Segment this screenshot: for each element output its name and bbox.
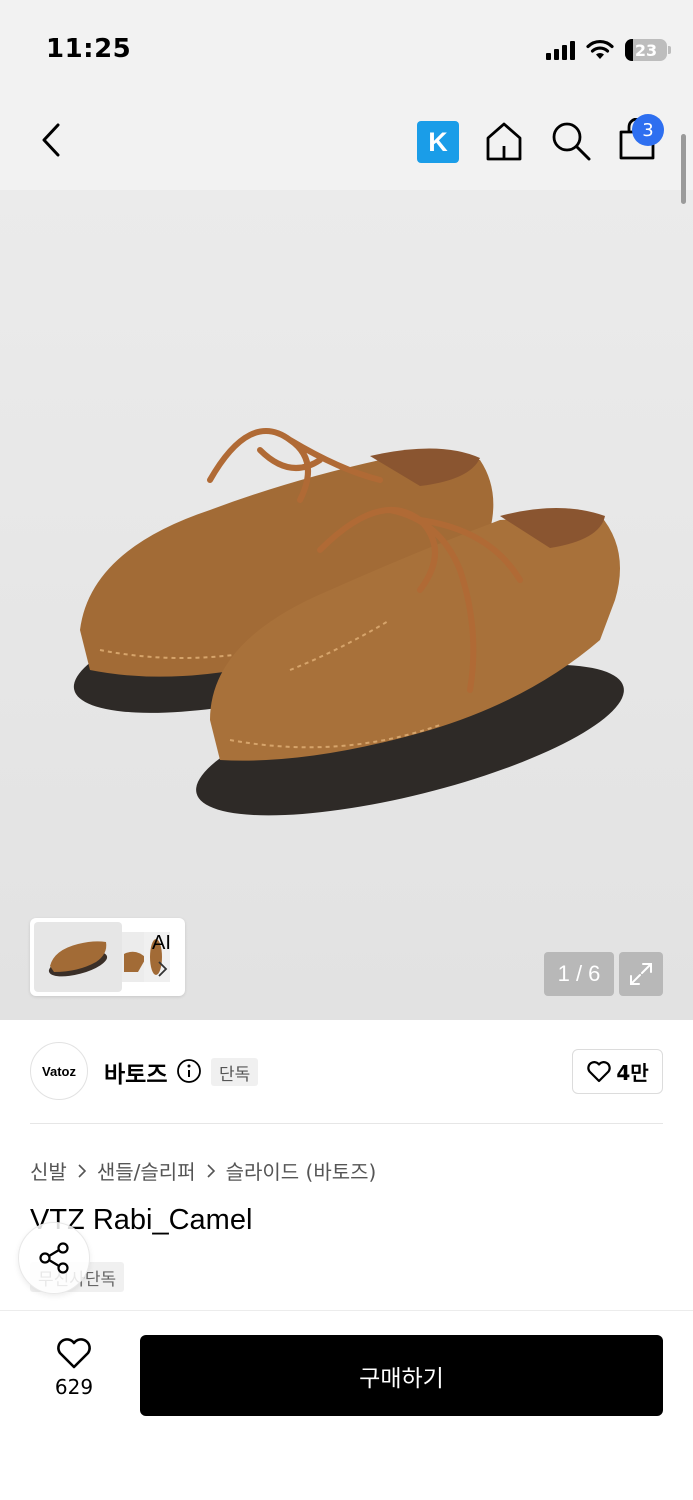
breadcrumb-item[interactable]: 신발: [30, 1156, 67, 1185]
search-icon[interactable]: [550, 120, 592, 162]
thumbnail-shoe-image: [48, 941, 108, 977]
share-button[interactable]: [18, 1222, 90, 1294]
signal-icon: [546, 40, 575, 60]
home-icon[interactable]: [484, 120, 524, 162]
ai-thumbnail-strip[interactable]: AI: [30, 918, 185, 996]
wifi-icon: [586, 39, 614, 59]
chevron-right-icon: [158, 961, 168, 977]
bottom-action-bar: 629 구매하기: [0, 1310, 693, 1500]
info-icon[interactable]: [176, 1058, 202, 1084]
divider: [30, 1123, 663, 1124]
back-arrow-icon[interactable]: [30, 115, 74, 165]
brand-like-count: 4만: [616, 1061, 649, 1085]
status-bar: 11:25 23: [0, 0, 693, 90]
breadcrumb-item[interactable]: 샌들/슬리퍼: [97, 1156, 196, 1185]
status-icons: 23: [546, 36, 671, 64]
wishlist-button[interactable]: 629: [44, 1337, 104, 1407]
breadcrumb: 신발 샌들/슬리퍼 슬라이드 (바토즈): [30, 1156, 376, 1185]
k-logo-button[interactable]: K: [417, 121, 459, 163]
brand-name[interactable]: 바토즈: [104, 1055, 167, 1089]
share-icon: [39, 1242, 69, 1274]
chevron-right-icon: [206, 1163, 215, 1178]
ai-label: AI: [152, 932, 171, 954]
heart-icon: [587, 1060, 612, 1082]
image-page-counter: 1 / 6: [544, 952, 614, 996]
buy-button[interactable]: 구매하기: [140, 1335, 663, 1416]
heart-icon: [57, 1338, 91, 1369]
brand-like-button[interactable]: 4만: [572, 1049, 663, 1094]
expand-glyph: [630, 963, 652, 985]
chevron-right-icon: [78, 1163, 86, 1178]
thumbnail-shoe-1[interactable]: [34, 922, 122, 992]
status-time: 11:25: [46, 34, 132, 64]
exclusive-badge: 단독: [211, 1058, 259, 1086]
battery-level: 23: [634, 40, 658, 60]
wishlist-count: 629: [54, 1375, 94, 1399]
scroll-indicator[interactable]: [681, 134, 686, 204]
expand-icon[interactable]: [619, 952, 663, 996]
battery-icon: 23: [625, 39, 671, 61]
cart-count-badge: 3: [632, 114, 664, 146]
nav-bar: K: [0, 90, 693, 190]
brand-logo[interactable]: Vatoz: [30, 1042, 88, 1100]
product-photo-shoes: [73, 428, 624, 816]
breadcrumb-item[interactable]: 슬라이드 (바토즈): [226, 1156, 377, 1185]
product-image-gallery[interactable]: AI 1 / 6: [0, 190, 693, 1020]
